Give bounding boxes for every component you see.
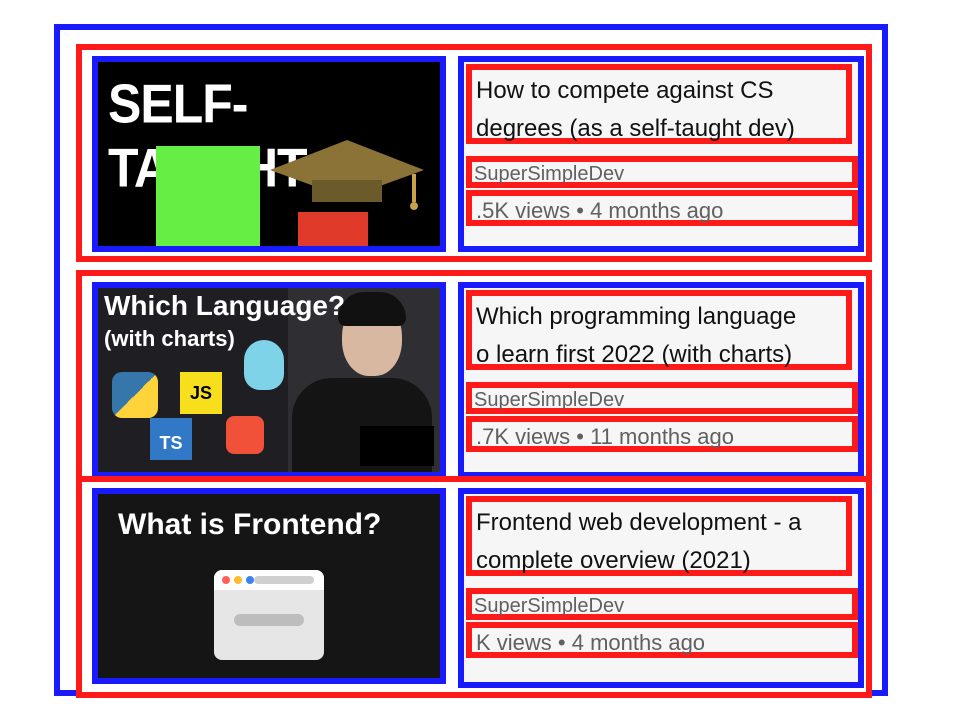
video-title-box[interactable]: Which programming language o learn first… xyxy=(466,290,852,370)
red-bar-graphic xyxy=(298,212,368,246)
thumbnail-image-self-taught: SELF-TAUGHT xyxy=(98,62,440,246)
channel-name[interactable]: SuperSimpleDev xyxy=(474,594,624,618)
content-line-graphic xyxy=(234,614,304,626)
video-item[interactable]: What is Frontend? Frontend web developme… xyxy=(76,476,872,698)
thumbnail-image-what-is-frontend: What is Frontend? xyxy=(98,494,440,678)
video-title-line2: o learn first 2022 (with charts) xyxy=(476,341,793,368)
address-bar-graphic xyxy=(254,576,314,584)
thumbnail-subtext: (with charts) xyxy=(104,326,235,351)
video-title[interactable]: Which programming language o learn first… xyxy=(476,298,842,374)
minimize-dot-icon xyxy=(234,576,242,584)
video-meta: Which programming language o learn first… xyxy=(458,282,864,478)
video-meta: Frontend web development - a complete ov… xyxy=(458,488,864,688)
video-title-box[interactable]: How to compete against CS degrees (as a … xyxy=(466,64,852,144)
video-list-container: SELF-TAUGHT How to compete against CS de… xyxy=(54,24,888,698)
video-title[interactable]: How to compete against CS degrees (as a … xyxy=(476,72,842,148)
video-stats: .5K views • 4 months ago xyxy=(476,198,724,223)
video-stats-box: K views • 4 months ago xyxy=(466,622,858,658)
video-title-line1: Which programming language xyxy=(476,303,797,330)
python-logo-icon xyxy=(112,372,158,418)
go-gopher-icon xyxy=(244,340,284,390)
close-dot-icon xyxy=(222,576,230,584)
graduation-cap-icon xyxy=(270,140,424,210)
video-title-box[interactable]: Frontend web development - a complete ov… xyxy=(466,496,852,576)
video-stats-box: .7K views • 11 months ago xyxy=(466,416,858,452)
channel-name-box[interactable]: SuperSimpleDev xyxy=(466,588,858,620)
video-title-line2: degrees (as a self-taught dev) xyxy=(476,115,795,142)
black-overlay xyxy=(360,426,434,466)
video-title-line2: complete overview (2021) xyxy=(476,547,751,574)
browser-window-icon xyxy=(214,570,324,660)
ts-logo-icon: TS xyxy=(150,418,192,460)
channel-name[interactable]: SuperSimpleDev xyxy=(474,388,624,412)
video-stats-box: .5K views • 4 months ago xyxy=(466,190,858,226)
video-stats: K views • 4 months ago xyxy=(476,630,706,655)
channel-name-box[interactable]: SuperSimpleDev xyxy=(466,382,858,414)
video-meta: How to compete against CS degrees (as a … xyxy=(458,56,864,252)
js-logo-icon: JS xyxy=(180,372,222,414)
video-thumbnail[interactable]: What is Frontend? xyxy=(92,488,446,684)
video-title[interactable]: Frontend web development - a complete ov… xyxy=(476,504,842,580)
video-thumbnail[interactable]: SELF-TAUGHT xyxy=(92,56,446,252)
video-thumbnail[interactable]: Which Language? (with charts) JS TS xyxy=(92,282,446,478)
video-item[interactable]: Which Language? (with charts) JS TS Whic… xyxy=(76,270,872,488)
browser-titlebar xyxy=(214,570,324,590)
video-title-line1: How to compete against CS xyxy=(476,77,774,104)
video-item[interactable]: SELF-TAUGHT How to compete against CS de… xyxy=(76,44,872,262)
swift-logo-icon xyxy=(226,416,264,454)
video-title-line1: Frontend web development - a xyxy=(476,509,802,536)
thumbnail-text: Which Language? xyxy=(104,290,346,321)
channel-name-box[interactable]: SuperSimpleDev xyxy=(466,156,858,188)
thumbnail-text: What is Frontend? xyxy=(118,508,382,541)
video-stats: .7K views • 11 months ago xyxy=(476,424,734,449)
person-hair xyxy=(338,292,406,326)
channel-name[interactable]: SuperSimpleDev xyxy=(474,162,624,186)
green-bar-graphic xyxy=(156,146,260,246)
thumbnail-image-which-language: Which Language? (with charts) JS TS xyxy=(98,288,440,472)
maximize-dot-icon xyxy=(246,576,254,584)
